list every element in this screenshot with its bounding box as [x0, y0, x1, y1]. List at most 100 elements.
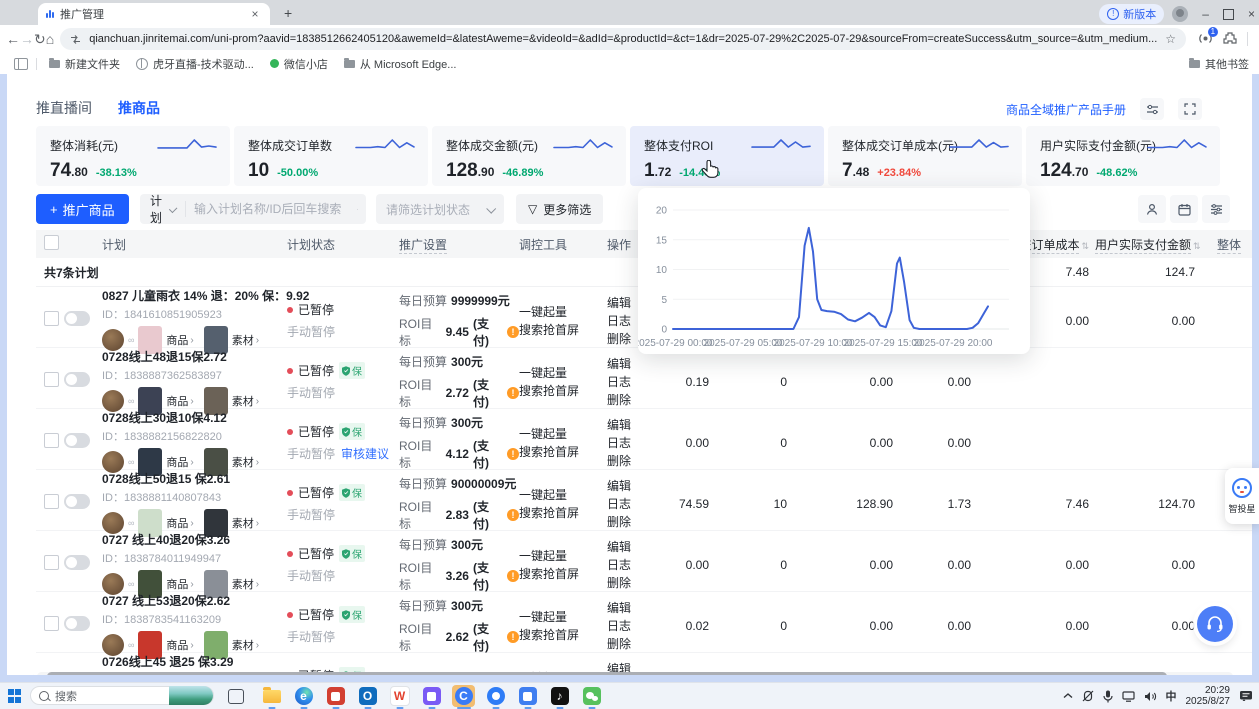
- product-link[interactable]: 商品›: [166, 393, 193, 409]
- taskbar-app-qianchuan-app[interactable]: C: [452, 685, 475, 707]
- new-version-button[interactable]: !新版本: [1099, 4, 1164, 24]
- row-checkbox[interactable]: [44, 616, 59, 631]
- edit-link[interactable]: 编辑: [607, 660, 665, 673]
- header-user-paid[interactable]: 用户实际支付金额⇅: [1095, 236, 1201, 253]
- stat-card[interactable]: 整体成交金额(元) 128.90 -46.89%: [432, 126, 626, 186]
- address-bar[interactable]: qianchuan.jinritemai.com/uni-prom?aavid=…: [60, 28, 1186, 50]
- row-checkbox[interactable]: [44, 311, 59, 326]
- log-link[interactable]: 日志: [607, 617, 665, 635]
- task-view-button[interactable]: [228, 689, 244, 704]
- stat-card[interactable]: 用户实际支付金额(元) 124.70 -48.62%: [1026, 126, 1220, 186]
- delete-link[interactable]: 删除: [607, 635, 665, 653]
- new-tab-button[interactable]: +: [284, 5, 292, 21]
- log-link[interactable]: 日志: [607, 434, 665, 452]
- customer-audience-button[interactable]: [1138, 195, 1166, 223]
- row-enable-toggle[interactable]: [64, 616, 90, 631]
- select-all-checkbox[interactable]: [44, 235, 59, 250]
- promote-product-button[interactable]: + 推广商品: [36, 194, 129, 224]
- stat-card[interactable]: 整体支付ROI 1.72 -14.43%: [630, 126, 824, 186]
- browser-profile-avatar[interactable]: [1172, 6, 1188, 22]
- search-screen-link[interactable]: 搜索抢首屏: [519, 321, 607, 339]
- widgets-weather-image[interactable]: [169, 686, 213, 705]
- volume-icon[interactable]: [1144, 691, 1157, 702]
- help-support-button[interactable]: [1197, 606, 1233, 642]
- product-manual-link[interactable]: 商品全域推广产品手册: [1006, 101, 1126, 118]
- bookmark-item[interactable]: 虎牙直播-技术驱动...: [136, 56, 254, 72]
- notification-center-icon[interactable]: [1239, 690, 1253, 702]
- taskbar-app-outlook[interactable]: O: [356, 685, 379, 707]
- edit-link[interactable]: 编辑: [607, 416, 665, 434]
- material-link[interactable]: 素材›: [232, 332, 259, 348]
- review-suggestion-link[interactable]: 审核建议: [341, 445, 389, 462]
- bookmark-item[interactable]: 新建文件夹: [49, 56, 120, 72]
- stat-card[interactable]: 整体成交订单成本(元) 7.48 +23.84%: [828, 126, 1022, 186]
- scrollbar-thumb[interactable]: [47, 672, 1167, 675]
- taskbar-app-blue-circle-app[interactable]: [484, 685, 507, 707]
- date-range-button[interactable]: [1170, 195, 1198, 223]
- forward-button[interactable]: →: [20, 31, 34, 47]
- search-screen-link[interactable]: 搜索抢首屏: [519, 443, 607, 461]
- taskbar-app-red-store-app[interactable]: [324, 685, 347, 707]
- search-screen-link[interactable]: 搜索抢首屏: [519, 504, 607, 522]
- horizontal-scrollbar[interactable]: ◂ ▸: [27, 672, 1243, 675]
- product-link[interactable]: 商品›: [166, 576, 193, 592]
- taskbar-app-file-explorer[interactable]: [260, 685, 283, 707]
- material-link[interactable]: 素材›: [232, 637, 259, 653]
- one-key-boost-link[interactable]: 一键起量: [519, 608, 607, 626]
- taskbar-clock[interactable]: 20:29 2025/8/27: [1186, 685, 1231, 707]
- edit-link[interactable]: 编辑: [607, 355, 665, 373]
- one-key-boost-link[interactable]: 一键起量: [519, 547, 607, 565]
- delete-link[interactable]: 删除: [607, 513, 665, 531]
- search-screen-link[interactable]: 搜索抢首屏: [519, 382, 607, 400]
- log-link[interactable]: 日志: [607, 556, 665, 574]
- page-tab-inactive[interactable]: 推直播间: [36, 98, 92, 118]
- row-enable-toggle[interactable]: [64, 372, 90, 387]
- product-link[interactable]: 商品›: [166, 515, 193, 531]
- row-enable-toggle[interactable]: [64, 433, 90, 448]
- one-key-boost-link[interactable]: 一键起量: [519, 486, 607, 504]
- taskbar-search-box[interactable]: 搜索: [30, 686, 214, 705]
- tray-chevron-up-icon[interactable]: [1063, 692, 1073, 700]
- row-checkbox[interactable]: [44, 372, 59, 387]
- search-icon[interactable]: [357, 203, 358, 216]
- row-checkbox[interactable]: [44, 494, 59, 509]
- page-tab-active[interactable]: 推商品: [118, 98, 160, 118]
- search-screen-link[interactable]: 搜索抢首屏: [519, 626, 607, 644]
- material-link[interactable]: 素材›: [232, 393, 259, 409]
- one-key-boost-link[interactable]: 一键起量: [519, 303, 607, 321]
- other-bookmarks-button[interactable]: 其他书签: [1189, 53, 1249, 74]
- stat-card[interactable]: 整体消耗(元) 74.80 -38.13%: [36, 126, 230, 186]
- row-checkbox[interactable]: [44, 433, 59, 448]
- one-key-boost-link[interactable]: 一键起量: [519, 425, 607, 443]
- ime-indicator[interactable]: 中: [1166, 688, 1177, 704]
- back-button[interactable]: ←: [6, 31, 20, 47]
- network-icon[interactable]: [1122, 691, 1135, 702]
- more-filters-button[interactable]: ▽更多筛选: [516, 194, 603, 224]
- fullscreen-button[interactable]: [1178, 98, 1202, 120]
- bookmark-star-icon[interactable]: ☆: [1165, 32, 1176, 46]
- home-button[interactable]: ⌂: [46, 31, 54, 47]
- microphone-icon[interactable]: [1103, 690, 1113, 703]
- product-link[interactable]: 商品›: [166, 454, 193, 470]
- plan-status-select[interactable]: 请筛选计划状态: [376, 194, 504, 224]
- row-checkbox[interactable]: [44, 555, 59, 570]
- taskbar-app-edge-browser[interactable]: e: [292, 685, 315, 707]
- row-enable-toggle[interactable]: [64, 311, 90, 326]
- material-link[interactable]: 素材›: [232, 454, 259, 470]
- search-screen-link[interactable]: 搜索抢首屏: [519, 565, 607, 583]
- log-link[interactable]: 日志: [607, 495, 665, 513]
- delete-link[interactable]: 删除: [607, 574, 665, 592]
- delete-link[interactable]: 删除: [607, 391, 665, 409]
- scroll-left-arrow-icon[interactable]: ◂: [27, 672, 36, 675]
- assistant-widget[interactable]: 智投星: [1225, 468, 1259, 524]
- edit-link[interactable]: 编辑: [607, 477, 665, 495]
- product-link[interactable]: 商品›: [166, 332, 193, 348]
- touchpad-off-icon[interactable]: [1082, 690, 1094, 702]
- extensions-icon[interactable]: [1223, 31, 1237, 47]
- bookmark-item[interactable]: 从 Microsoft Edge...: [344, 56, 457, 72]
- row-enable-toggle[interactable]: [64, 494, 90, 509]
- plan-search-input[interactable]: [186, 202, 357, 216]
- edit-link[interactable]: 编辑: [607, 538, 665, 556]
- log-link[interactable]: 日志: [607, 373, 665, 391]
- taskbar-app-wechat-app[interactable]: [580, 685, 603, 707]
